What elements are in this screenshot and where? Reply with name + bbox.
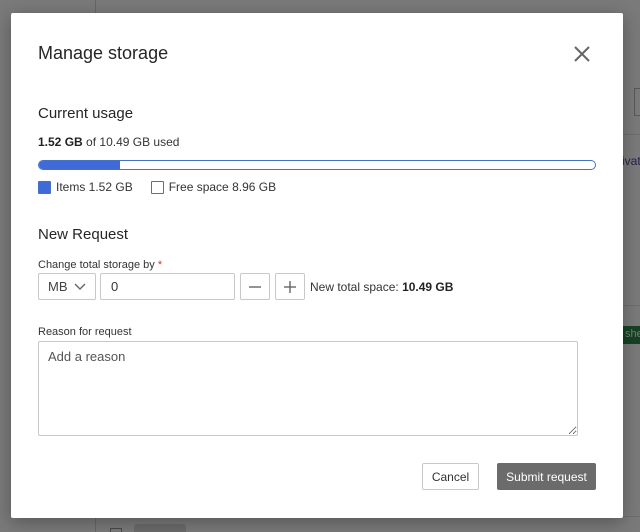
submit-request-button[interactable]: Submit request (497, 463, 596, 490)
current-usage-heading: Current usage (38, 105, 134, 122)
legend-swatch-items (38, 180, 51, 194)
reason-label: Reason for request (38, 326, 132, 338)
plus-icon (284, 280, 296, 293)
chevron-down-icon (74, 283, 86, 290)
legend-item-free: Free space 8.96 GB (150, 180, 277, 194)
storage-usage-fill (39, 161, 120, 169)
storage-amount-input[interactable] (100, 273, 235, 300)
reason-textarea[interactable] (38, 341, 578, 436)
legend-item-items: Items 1.52 GB (38, 180, 133, 194)
new-request-heading: New Request (38, 226, 129, 243)
legend-swatch-free (150, 180, 164, 194)
legend-free-label: Free space 8.96 GB (168, 180, 277, 194)
usage-summary: 1.52 GB of 10.49 GB used (38, 135, 179, 149)
minus-icon (249, 285, 261, 288)
cancel-button[interactable]: Cancel (422, 463, 479, 490)
decrement-button[interactable] (240, 273, 270, 300)
usage-legend: Items 1.52 GB Free space 8.96 GB (38, 180, 294, 194)
dialog-title: Manage storage (38, 43, 169, 63)
used-suffix: of 10.49 GB used (86, 135, 180, 149)
change-storage-label-text: Change total storage by (38, 259, 155, 271)
unit-select-value: MB (48, 279, 68, 294)
used-amount: 1.52 GB (38, 135, 83, 149)
required-indicator: * (157, 259, 163, 271)
storage-usage-bar (38, 160, 596, 170)
increment-button[interactable] (275, 273, 305, 300)
unit-select[interactable]: MB (38, 273, 96, 300)
new-total-label: New total space: (310, 280, 399, 294)
change-storage-label: Change total storage by * (38, 259, 162, 271)
close-button[interactable] (571, 43, 593, 65)
manage-storage-dialog: Manage storage Current usage 1.52 GB of … (11, 13, 623, 518)
new-total-value: 10.49 GB (402, 280, 454, 294)
legend-items-label: Items 1.52 GB (56, 180, 133, 194)
new-total-space: New total space: 10.49 GB (310, 280, 453, 294)
close-icon (574, 46, 590, 62)
